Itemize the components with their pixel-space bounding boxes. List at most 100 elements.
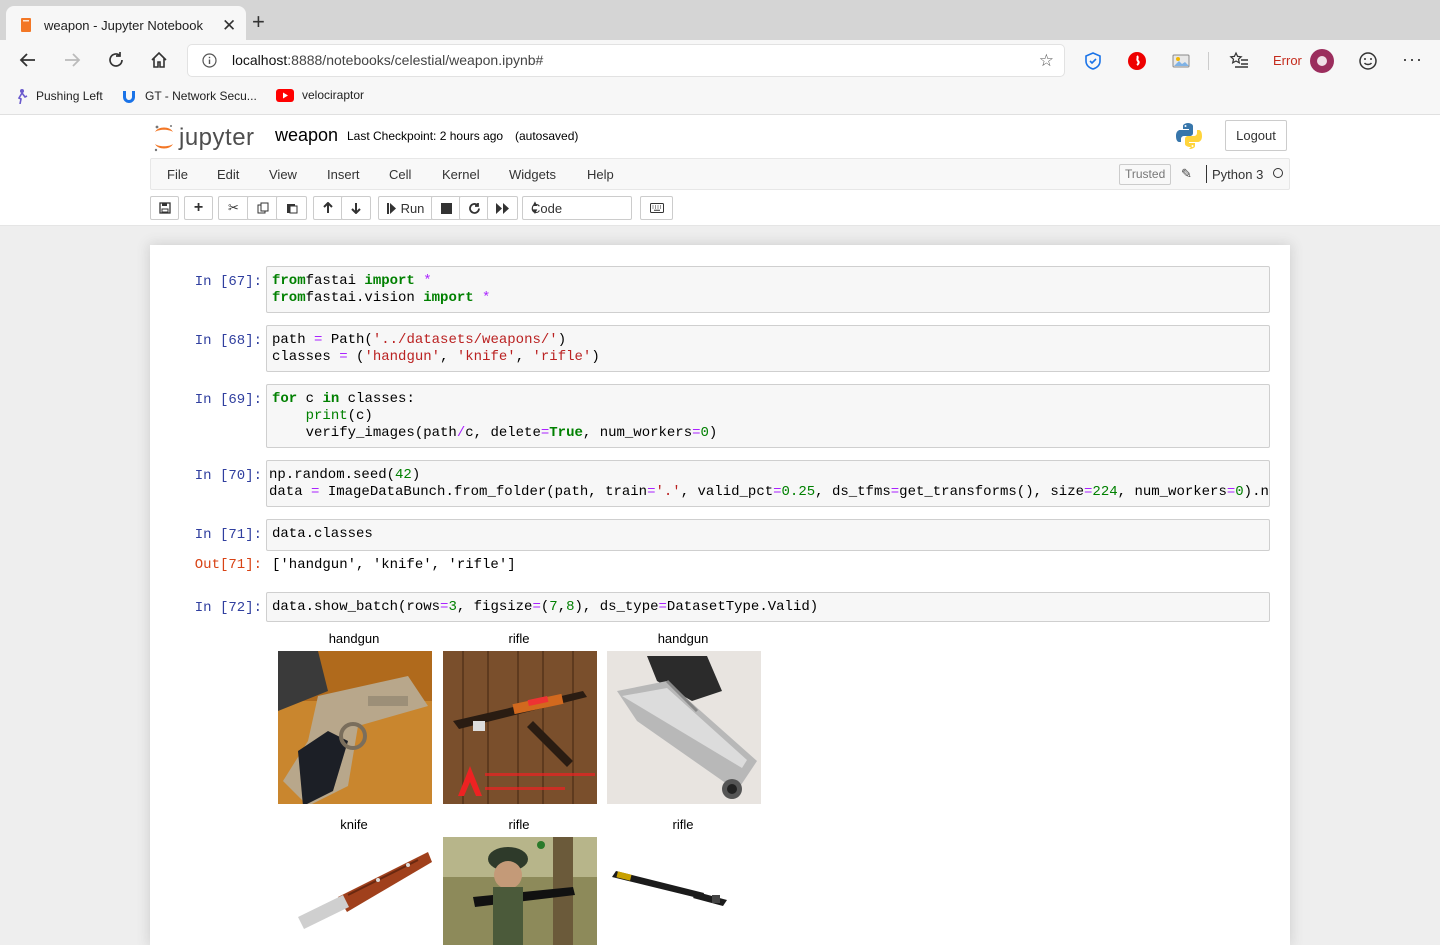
code-token: c [297, 391, 323, 407]
image-label: rifle [672, 817, 694, 832]
menu-widgets[interactable]: Widgets [509, 167, 556, 182]
code-token: from [272, 290, 306, 306]
code-text: for c in classes: print(c) verify_images… [267, 385, 1269, 447]
bookmark-velociraptor[interactable]: velociraptor [276, 88, 364, 102]
code-editor[interactable]: path = Path('../datasets/weapons/') class… [266, 325, 1270, 372]
back-icon[interactable] [16, 48, 40, 72]
code-line: data.classes [272, 526, 1264, 543]
run-label: Run [400, 200, 425, 216]
code-editor[interactable]: for c in classes: print(c) verify_images… [266, 384, 1270, 448]
udemy-icon [121, 88, 137, 104]
shield-extension-icon[interactable] [1083, 51, 1103, 71]
select-arrows-icon: ▲ ▼ [531, 199, 539, 216]
menu-cell[interactable]: Cell [389, 167, 411, 182]
feedback-smiley-icon[interactable] [1358, 51, 1378, 71]
image-label: rifle [508, 631, 530, 646]
trusted-indicator[interactable]: Trusted [1119, 164, 1172, 185]
pushing-left-icon [16, 88, 28, 104]
bookmark-pushing-left[interactable]: Pushing Left [16, 88, 103, 104]
menu-view[interactable]: View [269, 167, 297, 182]
move-down-button[interactable] [341, 196, 371, 220]
paste-cell-button[interactable] [276, 196, 307, 220]
site-info-icon[interactable] [202, 53, 217, 68]
code-token: * [414, 273, 432, 289]
input-prompt: In [67]: [194, 274, 262, 290]
notebook-name[interactable]: weapon [275, 125, 338, 146]
autosave-status: (autosaved) [515, 129, 579, 143]
new-tab-icon[interactable]: + [252, 10, 265, 34]
code-token: from [272, 273, 306, 289]
cut-cell-button[interactable]: ✂ [218, 196, 249, 220]
close-tab-icon[interactable]: ✕ [222, 16, 236, 36]
logout-button[interactable]: Logout [1225, 120, 1287, 151]
insert-cell-button[interactable]: + [184, 196, 213, 220]
run-button[interactable]: Run [378, 196, 433, 220]
code-cell-70[interactable]: In [70]: np.random.seed(42) data = ImageD… [150, 459, 1290, 507]
kernel-idle-indicator-icon [1273, 168, 1283, 178]
code-token: , [440, 349, 457, 365]
input-prompt: In [72]: [194, 600, 262, 616]
image-extension-icon[interactable] [1171, 51, 1191, 71]
profile-avatar[interactable] [1310, 49, 1334, 73]
menu-edit[interactable]: Edit [217, 167, 239, 182]
jupyter-logo-text: jupyter [179, 124, 255, 151]
code-line: data.show_batch(rows=3, figsize=(7,8), d… [272, 599, 1264, 616]
save-button[interactable] [150, 196, 179, 220]
code-token: 3 [448, 599, 457, 615]
menu-insert[interactable]: Insert [327, 167, 360, 182]
menu-bar: File Edit View Insert Cell Kernel Widget… [150, 158, 1290, 190]
profile-error-label[interactable]: Error [1273, 53, 1302, 68]
copy-cell-button[interactable] [247, 196, 278, 220]
bookmark-label: GT - Network Secu... [145, 89, 257, 103]
restart-kernel-button[interactable] [459, 196, 489, 220]
code-line: for c in classes: [272, 391, 1264, 408]
command-palette-button[interactable] [640, 196, 673, 220]
code-editor[interactable]: fromfastai import * fromfastai.vision imp… [266, 266, 1270, 313]
code-cell-72[interactable]: In [72]: data.show_batch(rows = 3, figsize… [150, 591, 1290, 945]
code-editor[interactable]: data.show_batch(rows=3, figsize=(7,8), d… [266, 592, 1270, 622]
code-cell-69[interactable]: In [69]: for c in classes: print(c) veri… [150, 383, 1290, 449]
bookmark-gt-network[interactable]: GT - Network Secu... [121, 88, 257, 104]
url-text[interactable]: localhost:8888/notebooks/celestial/weapo… [232, 52, 543, 68]
code-token: 42 [395, 467, 412, 483]
jupyter-header: jupyter weapon Last Checkpoint: 2 hours … [0, 115, 1440, 226]
kernel-name[interactable]: Python 3 [1212, 167, 1263, 182]
code-text: path = Path('../datasets/weapons/') class… [267, 326, 1269, 371]
code-cell-67[interactable]: In [67]: fromfastai import * fromfastai.v… [150, 265, 1290, 313]
code-token: , valid_pct [680, 484, 774, 500]
favorite-star-icon[interactable]: ☆ [1039, 51, 1054, 71]
cell-type-select[interactable]: Code ▲ ▼ [522, 196, 632, 220]
jupyter-logo[interactable]: jupyter [153, 122, 255, 154]
address-bar[interactable]: localhost:8888/notebooks/celestial/weapo… [188, 45, 1064, 76]
refresh-icon[interactable] [104, 48, 128, 72]
code-token: print [305, 408, 348, 424]
interrupt-kernel-button[interactable] [431, 196, 461, 220]
restart-run-all-button[interactable] [487, 196, 518, 220]
code-editor[interactable]: data.classes [266, 519, 1270, 551]
input-prompt: In [71]: [194, 527, 262, 543]
scissors-icon: ✂ [228, 200, 239, 215]
code-editor[interactable]: np.random.seed(42) data = ImageDataBunch.… [266, 460, 1270, 507]
more-menu-icon[interactable]: ··· [1402, 49, 1423, 70]
handgun-image [278, 651, 432, 804]
code-token: = [658, 599, 667, 615]
bookmark-label: Pushing Left [36, 89, 103, 103]
code-token: = [1226, 484, 1236, 500]
bookmark-label: velociraptor [302, 88, 365, 102]
move-up-button[interactable] [313, 196, 343, 220]
code-cell-68[interactable]: In [68]: path = Path('../datasets/weapon… [150, 324, 1290, 372]
menu-kernel[interactable]: Kernel [442, 167, 480, 182]
home-icon[interactable] [147, 48, 171, 72]
adblock-extension-icon[interactable] [1127, 51, 1147, 71]
menu-help[interactable]: Help [587, 167, 614, 182]
restart-icon [468, 202, 480, 214]
forward-icon[interactable] [60, 48, 84, 72]
code-token: / [456, 425, 466, 441]
menu-file[interactable]: File [167, 167, 188, 182]
silver-pistol-image [607, 651, 761, 804]
input-prompt: In [70]: [194, 468, 262, 484]
code-token: 0 [700, 425, 709, 441]
code-text: data.show_batch(rows=3, figsize=(7,8), d… [267, 593, 1269, 621]
code-cell-71[interactable]: In [71]: data.classes Out[71]: ['handgun… [150, 518, 1290, 578]
favorites-list-icon[interactable] [1229, 51, 1249, 71]
